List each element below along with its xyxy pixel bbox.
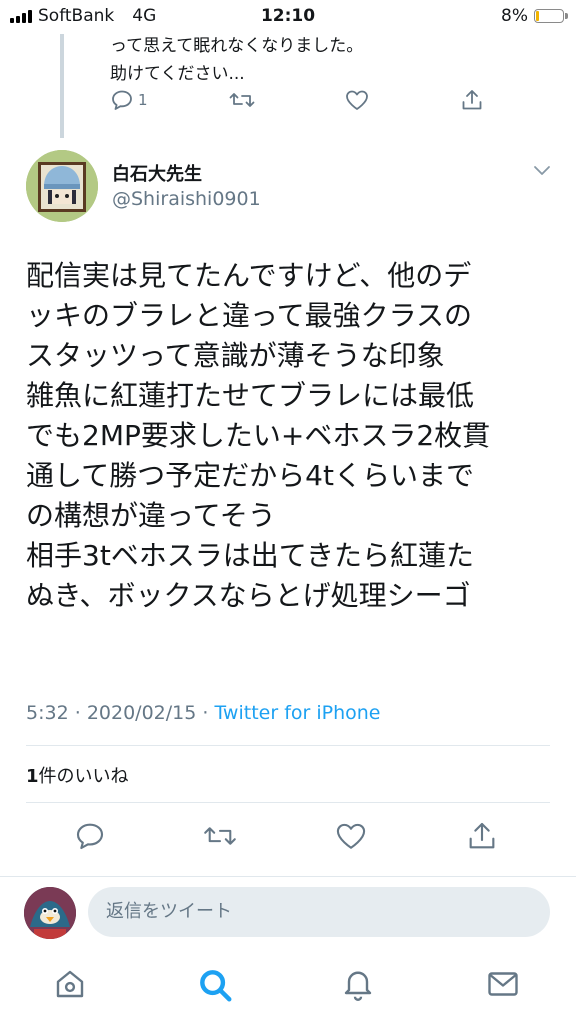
status-right: 8% [501, 6, 568, 26]
previous-reply-button[interactable]: 1 [110, 88, 148, 112]
divider [26, 802, 550, 803]
thread-line [60, 34, 64, 138]
tweet-meta: 5:32 · 2020/02/15 · Twitter for iPhone [26, 702, 381, 724]
bell-icon [344, 971, 372, 1001]
author-avatar-image [26, 150, 98, 222]
reply-button[interactable] [74, 820, 106, 852]
share-icon [462, 90, 482, 110]
previous-reply-count: 1 [138, 91, 148, 109]
tab-messages[interactable] [484, 966, 522, 1006]
tweet-time: 5:32 [26, 702, 69, 724]
tweet-date: 2020/02/15 [86, 702, 197, 724]
divider [26, 745, 550, 746]
chevron-down-icon [534, 166, 550, 175]
like-label: 件のいいね [38, 766, 129, 787]
battery-icon [534, 9, 568, 23]
tweet-body: 配信実は見てたんですけど、他のデ ッキのブラレと違って最強クラスの スタッツって意識… [26, 256, 556, 616]
tweet-body-line: でも2MP要求したい+ベホスラ2枚貫 [26, 419, 491, 452]
tweet-body-line: 配信実は見てたんですけど、他のデ [26, 259, 472, 292]
retweet-button[interactable] [202, 820, 238, 852]
like-count: 1 [26, 766, 39, 787]
tweet-body-line: 雑魚に紅蓮打たせてブラレには最低 [26, 379, 475, 412]
status-bar: SoftBank 4G 12:10 8% [0, 0, 576, 34]
author-handle[interactable]: @Shiraishi0901 [112, 188, 261, 210]
heart-icon [336, 823, 366, 849]
tab-bar [0, 952, 576, 1024]
like-button[interactable] [334, 820, 368, 852]
tweet-body-line: スタッツって意識が薄そうな印象 [26, 339, 445, 372]
reply-icon [112, 90, 132, 110]
previous-retweet-button[interactable] [228, 88, 256, 112]
previous-tweet-text: って思えて眠れなくなりました。 助けてください... [110, 32, 363, 88]
tweet-client-link[interactable]: Twitter for iPhone [214, 702, 380, 724]
likes-summary[interactable]: 1件のいいね [26, 762, 129, 788]
reply-bar: 返信をツイート [0, 876, 576, 949]
tweet-actions [0, 816, 576, 856]
share-icon [469, 822, 495, 849]
tweet-menu-button[interactable] [532, 162, 552, 181]
previous-like-button[interactable] [344, 88, 370, 112]
home-icon [56, 970, 84, 998]
mail-icon [488, 972, 518, 996]
share-button[interactable] [466, 820, 498, 852]
meta-separator: · [202, 702, 209, 724]
heart-icon [346, 90, 368, 110]
tweet-body-line: 相手3tベホスラは出てきたら紅蓮た [26, 539, 474, 572]
tweet-body-line: の構想が違ってそう [26, 499, 276, 532]
meta-separator: · [74, 702, 81, 724]
user-avatar[interactable] [24, 887, 76, 939]
author-display-name[interactable]: 白石大先生 [112, 160, 202, 186]
tab-search[interactable] [196, 966, 234, 1008]
retweet-icon [204, 827, 236, 845]
tab-notifications[interactable] [340, 966, 376, 1006]
previous-tweet-actions: 1 [110, 88, 490, 120]
previous-tweet-line: って思えて眠れなくなりました。 [110, 36, 364, 56]
clock: 12:10 [260, 6, 316, 26]
previous-share-button[interactable] [460, 88, 484, 112]
reply-input[interactable]: 返信をツイート [88, 887, 550, 937]
battery-percent: 8% [501, 6, 528, 26]
tweet-body-line: ッキのブラレと違って最強クラスの [26, 299, 473, 332]
search-icon [200, 970, 232, 1002]
tab-home[interactable] [52, 966, 88, 1006]
user-avatar-image [24, 887, 76, 939]
reply-icon [76, 823, 104, 850]
retweet-icon [229, 93, 255, 107]
tweet-body-line: ぬき、ボックスならとげ処理シーゴ [26, 579, 471, 612]
author-avatar[interactable] [26, 150, 98, 222]
previous-tweet-line: 助けてください... [110, 64, 245, 84]
tweet-body-line: 通して勝つ予定だから4tくらいまで [26, 459, 474, 492]
